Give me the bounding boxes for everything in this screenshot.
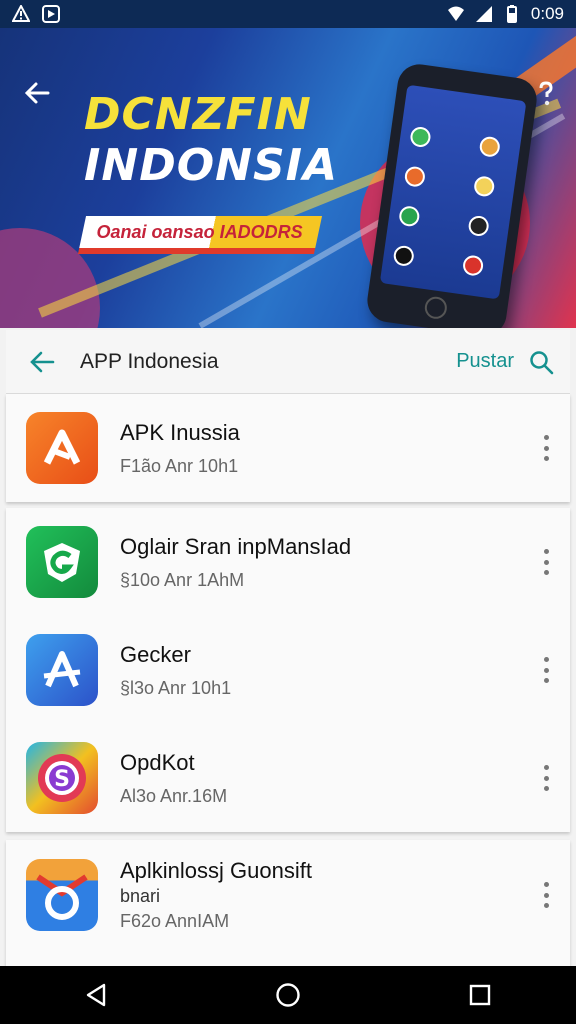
- app-card: APK Inussia F1ão Anr 10h1: [6, 394, 570, 502]
- recents-square-icon[interactable]: [467, 982, 493, 1008]
- banner-title-line2: INDONSIA: [84, 139, 339, 191]
- more-options-icon[interactable]: [542, 765, 550, 791]
- mail-ring-icon: [26, 859, 98, 931]
- status-bar: 0:09: [0, 0, 576, 28]
- header-banner: DCNZFIN INDONSIA Oanai oansao IADODRS: [0, 28, 576, 328]
- warning-icon: [12, 5, 30, 22]
- app-name: Oglair Sran inpMansIad: [120, 533, 352, 559]
- wifi-icon: [447, 6, 464, 21]
- banner-title: DCNZFIN INDONSIA: [84, 89, 339, 191]
- battery-icon: [506, 5, 517, 23]
- app-text: Gecker §l3o Anr 10h1: [120, 642, 231, 699]
- app-text: Aplkinlossj Guonsift bnari F62o AnnIAM: [120, 858, 312, 932]
- phone-home-button: [423, 295, 449, 321]
- list-item[interactable]: Oglair Sran inpMansIad §10o Anr 1AhM: [6, 508, 570, 616]
- app-meta: F62o AnnIAM: [120, 911, 230, 931]
- help-icon[interactable]: [534, 80, 558, 110]
- app-meta: F1ão Anr 10h1: [120, 455, 239, 476]
- app-name: Gecker: [120, 641, 191, 667]
- list-item[interactable]: Aplkinlossj Guonsift bnari F62o AnnIAM: [6, 840, 570, 950]
- more-options-icon[interactable]: [542, 549, 550, 575]
- app-name: OpdKot: [120, 749, 195, 775]
- phone-app-icon: [403, 165, 427, 188]
- phone-illustration: [364, 61, 540, 328]
- play-store-notification-icon: [42, 5, 60, 23]
- g-shield-icon: [26, 526, 98, 598]
- back-arrow-icon[interactable]: [22, 78, 52, 108]
- list-item[interactable]: APK Inussia F1ão Anr 10h1: [6, 394, 570, 502]
- more-options-icon[interactable]: [542, 882, 550, 908]
- app-name: Aplkinlossj Guonsift: [120, 858, 312, 883]
- app-bar: APP Indonesia Pustar: [6, 330, 570, 394]
- back-arrow-icon[interactable]: [28, 348, 56, 376]
- a-logo-icon: [26, 634, 98, 706]
- s-circle-icon: S: [26, 742, 98, 814]
- banner-ribbon-text: Oanai oansao IADODRS: [96, 221, 303, 242]
- status-time: 0:09: [530, 4, 564, 23]
- app-subtitle: bnari: [120, 886, 161, 906]
- phone-screen: [379, 84, 527, 300]
- home-circle-icon[interactable]: [275, 982, 301, 1008]
- phone-app-icon: [478, 135, 502, 159]
- phone-app-icon: [409, 125, 432, 149]
- pustar-link[interactable]: Pustar: [456, 350, 514, 373]
- app-text: OpdKot Al3o Anr.16M: [120, 750, 227, 807]
- app-card: Oglair Sran inpMansIad §10o Anr 1AhM Gec…: [6, 508, 570, 832]
- back-triangle-icon[interactable]: [83, 982, 109, 1008]
- system-navigation-bar: [0, 966, 576, 1024]
- phone-app-icon: [467, 214, 490, 238]
- app-meta: §10o Anr 1AhM: [120, 569, 245, 590]
- search-icon[interactable]: [528, 349, 554, 375]
- app-meta: Al3o Anr.16M: [120, 785, 228, 806]
- svg-text:S: S: [54, 767, 70, 792]
- banner-title-line1: DCNZFIN: [84, 89, 312, 140]
- app-meta: §l3o Anr 10h1: [120, 677, 232, 698]
- app-name: APK Inussia: [120, 419, 240, 445]
- phone-app-icon: [461, 254, 485, 277]
- phone-app-icon: [392, 244, 416, 268]
- signal-icon: [475, 6, 492, 22]
- list-item[interactable]: Gecker §l3o Anr 10h1: [6, 616, 570, 724]
- phone-app-icon: [472, 175, 496, 198]
- page-title: APP Indonesia: [80, 349, 219, 373]
- app-text: APK Inussia F1ão Anr 10h1: [120, 420, 240, 477]
- more-options-icon[interactable]: [542, 435, 550, 461]
- phone-app-icon: [398, 204, 421, 228]
- apk-logo-icon: [26, 412, 98, 484]
- more-options-icon[interactable]: [542, 657, 550, 683]
- app-card: Aplkinlossj Guonsift bnari F62o AnnIAM: [6, 840, 570, 966]
- banner-ribbon: Oanai oansao IADODRS: [77, 216, 323, 254]
- app-text: Oglair Sran inpMansIad §10o Anr 1AhM: [120, 534, 351, 591]
- list-item[interactable]: S OpdKot Al3o Anr.16M: [6, 724, 570, 832]
